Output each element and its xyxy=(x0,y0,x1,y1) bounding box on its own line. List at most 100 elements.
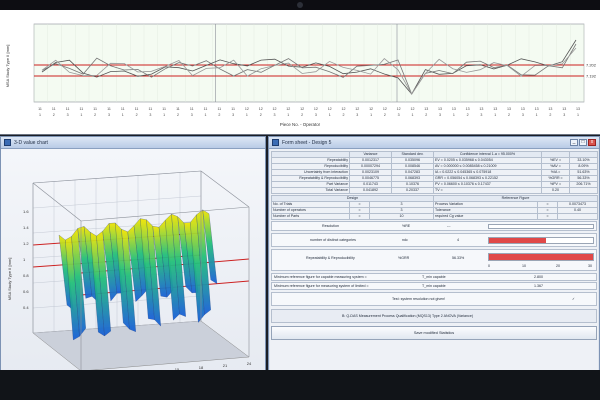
x-tick-label: 11 xyxy=(162,107,166,111)
z-tick-label: 1.6 xyxy=(23,209,29,214)
x-tick-label: 1 xyxy=(494,113,496,117)
ndc-row: number of distinct categories ndc 4 xyxy=(271,233,597,247)
z-tick-label: 0.6 xyxy=(23,289,29,294)
value-chart-title: 3-D value chart xyxy=(14,139,48,146)
design-table: Design Reference Figure No. of Trials = 3 P… xyxy=(270,195,599,220)
x-tick-label: 3 xyxy=(67,113,69,117)
y-axis-label: MSA Study Type II [mm] xyxy=(5,45,10,88)
x-tick-label: 11 xyxy=(231,107,235,111)
value-chart-titlebar[interactable]: 3-D value chart xyxy=(1,137,265,149)
x-tick-label: 13 xyxy=(466,107,470,111)
x-tick-label: 3 xyxy=(522,113,524,117)
x-tick-label: 11 xyxy=(176,107,180,111)
ndc-value: 4 xyxy=(457,238,459,242)
x-tick-label: 11 xyxy=(148,107,152,111)
test-row: Test: system resolution not given! ✓ xyxy=(271,292,597,306)
x-tick-label: 13 xyxy=(452,107,456,111)
x-tick-label: 11 xyxy=(38,107,42,111)
z-tick-label: 0.8 xyxy=(23,273,29,278)
window-app-icon xyxy=(272,139,279,146)
x-tick-label: 3 xyxy=(274,113,276,117)
resolution-key: %RE xyxy=(402,224,411,228)
x-tick-label: 12 xyxy=(341,107,345,111)
min-ref-limited-value: 1.367 xyxy=(534,284,543,288)
grr-row: Repeatability & Reproducibility %GRR 56.… xyxy=(271,249,597,271)
test-label: Test: system resolution not given! xyxy=(392,297,446,301)
x-tick-label: 2 xyxy=(508,113,510,117)
x-tick-label: 11 xyxy=(135,107,139,111)
x-tick-label: 13 xyxy=(479,107,483,111)
x-tick-label: 13 xyxy=(521,107,525,111)
table-cell: required Cg value xyxy=(433,213,539,220)
resolution-row: Resolution %RE --- xyxy=(271,221,597,231)
window-app-icon xyxy=(4,139,11,146)
x-tick-label: 3 xyxy=(315,113,317,117)
x-tick-label: 11 xyxy=(52,107,56,111)
box-edge xyxy=(32,182,82,222)
value-chart-3d-window[interactable]: 3-D value chart 1.6 1.4 1.2 1 0.8 0.6 0.4 MSA S… xyxy=(0,136,266,370)
table-cell: 10 xyxy=(368,213,435,220)
table-row: Repeatability & Reproducibility 0.0046775… xyxy=(271,175,598,182)
x-tick-label: 12 xyxy=(286,107,290,111)
x-tick-label: 3 xyxy=(356,113,358,117)
method-footer-label: B: Q-DAS Measurement Process Qualificati… xyxy=(342,314,474,318)
form-sheet-title: Form sheet - Design 5 xyxy=(282,139,332,146)
webcam-dot xyxy=(297,2,303,8)
x-tick-label: 11 xyxy=(107,107,111,111)
close-button[interactable]: x xyxy=(588,139,596,146)
min-ref-capable-key: T_min capable xyxy=(422,275,446,279)
x-tick-label: 12 xyxy=(259,107,263,111)
maximize-button[interactable]: □ xyxy=(579,139,587,146)
desktop-screen: 7.202 7.192 MSA Study Type II [mm] 11 1 11 2 11… xyxy=(0,10,600,370)
x-tick-label: 11 xyxy=(93,107,97,111)
x-tick-label: 12 xyxy=(328,107,332,111)
x-tick-label: 12 xyxy=(383,107,387,111)
x-tick-label: 2 xyxy=(136,113,138,117)
x-tick-label: 1 xyxy=(246,113,248,117)
table-cell: 0.20337 xyxy=(391,187,434,194)
min-ref-capable-row: Minimum reference figure for capable mea… xyxy=(271,273,597,281)
x-tick-label: 12 xyxy=(369,107,373,111)
x-tick-label: 12 xyxy=(410,107,414,111)
x-tick-label: 11 xyxy=(80,107,84,111)
surface-plot-3d: 1.6 1.4 1.2 1 0.8 0.6 0.4 MSA Study Type II [mm… xyxy=(7,170,252,370)
x-tick-label: 1 xyxy=(453,113,455,117)
table-cell: TV = xyxy=(433,187,542,194)
x-tick-label: 2 xyxy=(467,113,469,117)
x-tick-label: 13 xyxy=(507,107,511,111)
x-tick-label: 2 xyxy=(384,113,386,117)
design-table-section: Design Reference Figure No. of Trials = 3 P… xyxy=(270,195,599,220)
z-tick-label: 1 xyxy=(23,257,26,262)
x-tick-label: 1 xyxy=(536,113,538,117)
scale-tick-1: 10 xyxy=(522,264,526,268)
x-tick-label: 2 xyxy=(218,113,220,117)
x-tick-label: 13 xyxy=(493,107,497,111)
limit-label: 7.192 xyxy=(586,74,597,79)
table-cell: = xyxy=(349,213,370,220)
form-sheet-window[interactable]: Form sheet - Design 5 _ □ x Variance Stan… xyxy=(268,136,600,370)
statistics-table: Variance Standard dev. Confidence interval… xyxy=(271,151,598,194)
x-tick-label: 3 xyxy=(108,113,110,117)
table-cell: 0.20 xyxy=(541,187,570,194)
x-tick-label: 2 xyxy=(301,113,303,117)
table-cell: = xyxy=(537,213,559,220)
save-statistics-button[interactable]: Save modified Statistics xyxy=(271,326,597,340)
x-tick-label: 2 xyxy=(425,113,427,117)
form-sheet-titlebar[interactable]: Form sheet - Design 5 _ □ x xyxy=(269,137,599,149)
x-tick-label: 13 xyxy=(424,107,428,111)
x-tick-label: 2 xyxy=(177,113,179,117)
x-tick-label: 11 xyxy=(66,107,70,111)
x-tick-label: 13 xyxy=(548,107,552,111)
ndc-bar xyxy=(488,237,594,244)
x-tick-label: 3 xyxy=(439,113,441,117)
statistics-table-section: Variance Standard dev. Confidence interval… xyxy=(271,151,598,194)
ndc-key: ndc xyxy=(402,238,408,242)
x-tick-label: 3 xyxy=(398,113,400,117)
x-tick-label: 2 xyxy=(53,113,55,117)
method-footer-row: B: Q-DAS Measurement Process Qualificati… xyxy=(271,309,597,323)
grr-bar xyxy=(488,253,594,261)
z-tick-label: 0.4 xyxy=(23,305,29,310)
x-tick-label: 3 xyxy=(232,113,234,117)
minimize-button[interactable]: _ xyxy=(570,139,578,146)
grr-key: %GRR xyxy=(398,256,410,260)
